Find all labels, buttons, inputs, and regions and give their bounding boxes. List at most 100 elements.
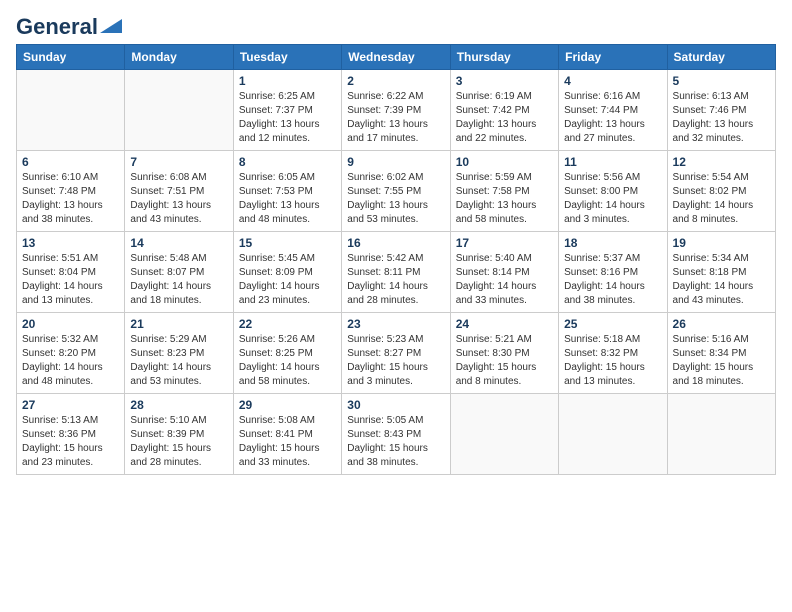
- day-number: 3: [456, 74, 553, 88]
- calendar-day-2: 2 Sunrise: 6:22 AM Sunset: 7:39 PM Daylig…: [342, 70, 450, 151]
- calendar-empty-cell: [17, 70, 125, 151]
- calendar-day-16: 16Sunrise: 5:42 AM Sunset: 8:11 PM Dayli…: [342, 232, 450, 313]
- day-number: 11: [564, 155, 661, 169]
- calendar-day-18: 18 Sunrise: 5:37 AM Sunset: 8:16 PM Dayli…: [559, 232, 667, 313]
- day-number: 1: [239, 74, 336, 88]
- day-number: 13: [22, 236, 119, 250]
- calendar-day-27: 27 Sunrise: 5:13 AM Sunset: 8:36 PM Dayli…: [17, 394, 125, 475]
- weekday-header-monday: Monday: [125, 45, 233, 70]
- day-number: 8: [239, 155, 336, 169]
- calendar-empty-cell: [125, 70, 233, 151]
- day-info: Sunrise: 5:51 AM Sunset: 8:04 PM Dayligh…: [22, 252, 119, 308]
- day-number: 21: [130, 317, 227, 331]
- calendar-day-28: 28 Sunrise: 5:10 AM Sunset: 8:39 PM Dayli…: [125, 394, 233, 475]
- day-number: 4: [564, 74, 661, 88]
- calendar-day-26: 26 Sunrise: 5:16 AM Sunset: 8:34 PM Dayli…: [667, 313, 775, 394]
- day-info: Sunrise: 6:16 AM Sunset: 7:44 PM Dayligh…: [564, 90, 661, 146]
- calendar-week-row: 13 Sunrise: 5:51 AM Sunset: 8:04 PM Dayli…: [17, 232, 776, 313]
- day-info: Sunrise: 6:22 AM Sunset: 7:39 PM Dayligh…: [347, 90, 444, 146]
- logo-text: General: [16, 16, 98, 38]
- calendar-day-3: 3 Sunrise: 6:19 AM Sunset: 7:42 PM Daylig…: [450, 70, 558, 151]
- day-number: 19: [673, 236, 770, 250]
- day-info: Sunrise: 5:32 AM Sunset: 8:20 PM Dayligh…: [22, 333, 119, 389]
- logo: General: [16, 16, 122, 36]
- weekday-header-friday: Friday: [559, 45, 667, 70]
- calendar-day-1: 1 Sunrise: 6:25 AM Sunset: 7:37 PM Daylig…: [233, 70, 341, 151]
- day-number: 27: [22, 398, 119, 412]
- day-info: Sunrise: 5:56 AM Sunset: 8:00 PM Dayligh…: [564, 171, 661, 227]
- day-info: Sunrise: 5:42 AM Sunset: 8:11 PM Dayligh…: [347, 252, 444, 308]
- calendar-day-29: 29 Sunrise: 5:08 AM Sunset: 8:41 PM Dayli…: [233, 394, 341, 475]
- day-info: Sunrise: 5:40 AM Sunset: 8:14 PM Dayligh…: [456, 252, 553, 308]
- calendar-empty-cell: [559, 394, 667, 475]
- day-number: 22: [239, 317, 336, 331]
- day-info: Sunrise: 5:21 AM Sunset: 8:30 PM Dayligh…: [456, 333, 553, 389]
- calendar-header-row: SundayMondayTuesdayWednesdayThursdayFrid…: [17, 45, 776, 70]
- day-info: Sunrise: 5:08 AM Sunset: 8:41 PM Dayligh…: [239, 414, 336, 470]
- day-info: Sunrise: 5:48 AM Sunset: 8:07 PM Dayligh…: [130, 252, 227, 308]
- day-number: 29: [239, 398, 336, 412]
- calendar-day-19: 19 Sunrise: 5:34 AM Sunset: 8:18 PM Dayli…: [667, 232, 775, 313]
- calendar-day-15: 15Sunrise: 5:45 AM Sunset: 8:09 PM Dayli…: [233, 232, 341, 313]
- day-number: 28: [130, 398, 227, 412]
- weekday-header-saturday: Saturday: [667, 45, 775, 70]
- day-number: 30: [347, 398, 444, 412]
- day-number: 24: [456, 317, 553, 331]
- weekday-header-thursday: Thursday: [450, 45, 558, 70]
- calendar-day-11: 11 Sunrise: 5:56 AM Sunset: 8:00 PM Dayli…: [559, 151, 667, 232]
- day-info: Sunrise: 5:26 AM Sunset: 8:25 PM Dayligh…: [239, 333, 336, 389]
- calendar-day-14: 14 Sunrise: 5:48 AM Sunset: 8:07 PM Dayli…: [125, 232, 233, 313]
- calendar-day-5: 5 Sunrise: 6:13 AM Sunset: 7:46 PM Daylig…: [667, 70, 775, 151]
- day-info: Sunrise: 5:18 AM Sunset: 8:32 PM Dayligh…: [564, 333, 661, 389]
- calendar-day-24: 24 Sunrise: 5:21 AM Sunset: 8:30 PM Dayli…: [450, 313, 558, 394]
- day-info: Sunrise: 6:02 AM Sunset: 7:55 PM Dayligh…: [347, 171, 444, 227]
- day-number: 18: [564, 236, 661, 250]
- day-number: 12: [673, 155, 770, 169]
- day-info: Sunrise: 6:13 AM Sunset: 7:46 PM Dayligh…: [673, 90, 770, 146]
- calendar-day-21: 21Sunrise: 5:29 AM Sunset: 8:23 PM Dayli…: [125, 313, 233, 394]
- day-info: Sunrise: 5:13 AM Sunset: 8:36 PM Dayligh…: [22, 414, 119, 470]
- day-number: 10: [456, 155, 553, 169]
- calendar-empty-cell: [450, 394, 558, 475]
- day-number: 25: [564, 317, 661, 331]
- day-info: Sunrise: 5:05 AM Sunset: 8:43 PM Dayligh…: [347, 414, 444, 470]
- calendar-empty-cell: [667, 394, 775, 475]
- calendar-week-row: 20 Sunrise: 5:32 AM Sunset: 8:20 PM Dayli…: [17, 313, 776, 394]
- calendar-day-9: 9Sunrise: 6:02 AM Sunset: 7:55 PM Daylig…: [342, 151, 450, 232]
- day-info: Sunrise: 6:25 AM Sunset: 7:37 PM Dayligh…: [239, 90, 336, 146]
- day-info: Sunrise: 5:10 AM Sunset: 8:39 PM Dayligh…: [130, 414, 227, 470]
- calendar-day-6: 6Sunrise: 6:10 AM Sunset: 7:48 PM Daylig…: [17, 151, 125, 232]
- calendar-week-row: 6Sunrise: 6:10 AM Sunset: 7:48 PM Daylig…: [17, 151, 776, 232]
- day-number: 7: [130, 155, 227, 169]
- header: General: [16, 16, 776, 36]
- day-info: Sunrise: 5:45 AM Sunset: 8:09 PM Dayligh…: [239, 252, 336, 308]
- weekday-header-sunday: Sunday: [17, 45, 125, 70]
- calendar-day-4: 4 Sunrise: 6:16 AM Sunset: 7:44 PM Daylig…: [559, 70, 667, 151]
- day-number: 6: [22, 155, 119, 169]
- calendar-day-30: 30 Sunrise: 5:05 AM Sunset: 8:43 PM Dayli…: [342, 394, 450, 475]
- day-number: 5: [673, 74, 770, 88]
- day-info: Sunrise: 5:34 AM Sunset: 8:18 PM Dayligh…: [673, 252, 770, 308]
- day-number: 20: [22, 317, 119, 331]
- calendar-day-8: 8Sunrise: 6:05 AM Sunset: 7:53 PM Daylig…: [233, 151, 341, 232]
- calendar: SundayMondayTuesdayWednesdayThursdayFrid…: [16, 44, 776, 475]
- day-info: Sunrise: 5:37 AM Sunset: 8:16 PM Dayligh…: [564, 252, 661, 308]
- calendar-day-23: 23 Sunrise: 5:23 AM Sunset: 8:27 PM Dayli…: [342, 313, 450, 394]
- weekday-header-wednesday: Wednesday: [342, 45, 450, 70]
- day-number: 14: [130, 236, 227, 250]
- day-info: Sunrise: 6:19 AM Sunset: 7:42 PM Dayligh…: [456, 90, 553, 146]
- day-number: 2: [347, 74, 444, 88]
- calendar-day-12: 12 Sunrise: 5:54 AM Sunset: 8:02 PM Dayli…: [667, 151, 775, 232]
- logo-icon: [100, 19, 122, 33]
- day-info: Sunrise: 5:23 AM Sunset: 8:27 PM Dayligh…: [347, 333, 444, 389]
- weekday-header-tuesday: Tuesday: [233, 45, 341, 70]
- calendar-day-20: 20 Sunrise: 5:32 AM Sunset: 8:20 PM Dayli…: [17, 313, 125, 394]
- day-info: Sunrise: 5:16 AM Sunset: 8:34 PM Dayligh…: [673, 333, 770, 389]
- calendar-week-row: 27 Sunrise: 5:13 AM Sunset: 8:36 PM Dayli…: [17, 394, 776, 475]
- day-info: Sunrise: 5:54 AM Sunset: 8:02 PM Dayligh…: [673, 171, 770, 227]
- day-number: 26: [673, 317, 770, 331]
- day-info: Sunrise: 5:59 AM Sunset: 7:58 PM Dayligh…: [456, 171, 553, 227]
- calendar-day-10: 10 Sunrise: 5:59 AM Sunset: 7:58 PM Dayli…: [450, 151, 558, 232]
- day-number: 23: [347, 317, 444, 331]
- calendar-day-22: 22 Sunrise: 5:26 AM Sunset: 8:25 PM Dayli…: [233, 313, 341, 394]
